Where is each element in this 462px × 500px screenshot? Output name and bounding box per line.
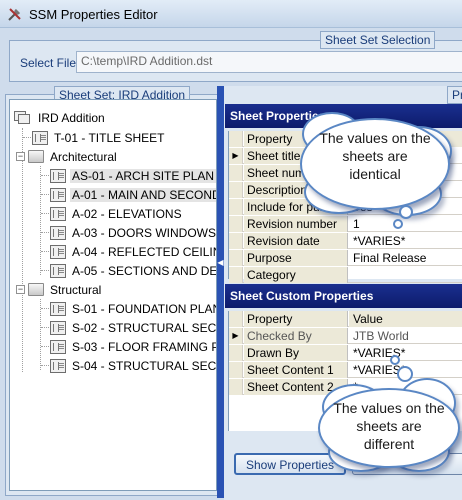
callout-tail <box>393 205 413 229</box>
sheet-icon <box>50 168 66 183</box>
grid-header-row: Property Value <box>229 311 462 327</box>
tree-group-structural[interactable]: − Structural <box>16 280 103 299</box>
collapse-icon[interactable]: − <box>16 285 25 294</box>
tree-item[interactable]: AS-01 - ARCH SITE PLAN <box>50 166 216 185</box>
identical-callout: The values on the sheets are identical <box>300 118 450 210</box>
current-row-icon: ▶ <box>229 328 243 344</box>
callout-tail <box>390 355 413 382</box>
sheet-icon <box>50 339 66 354</box>
callout-line: sheets are <box>356 418 422 434</box>
tree-item-label: S-02 - STRUCTURAL SECT <box>72 320 217 335</box>
window-title: SSM Properties Editor <box>29 7 158 22</box>
folder-icon <box>28 150 44 163</box>
tree-item-label: S-01 - FOUNDATION PLAN <box>72 301 217 316</box>
table-row[interactable]: Revision date *VARIES* <box>229 233 462 249</box>
sheet-icon <box>50 320 66 335</box>
property-name: Revision number <box>244 216 348 232</box>
file-path-input[interactable]: C:\temp\IRD Addition.dst <box>76 51 462 73</box>
property-value[interactable]: Final Release <box>349 250 462 266</box>
table-row[interactable]: Purpose Final Release <box>229 250 462 266</box>
sheet-set-tree[interactable]: IRD Addition T-01 - TITLE SHEET − Archit… <box>9 99 217 491</box>
property-name: Drawn By <box>244 345 348 361</box>
table-row[interactable]: ▶ Checked By JTB World <box>229 328 462 344</box>
tree-item[interactable]: A-02 - ELEVATIONS <box>50 204 184 223</box>
tree-root[interactable]: IRD Addition <box>14 108 107 127</box>
callout-line: different <box>363 436 415 452</box>
property-column-header: Property <box>244 311 348 327</box>
tree-item[interactable]: S-03 - FLOOR FRAMING PL <box>50 337 217 356</box>
sheet-set-icon <box>14 110 32 125</box>
tree-item-label: A-01 - MAIN AND SECOND <box>70 187 216 202</box>
tree-item-label: A-04 - REFLECTED CEILIN <box>72 244 217 259</box>
property-name: Checked By <box>244 328 348 344</box>
tree-item-label: S-04 - STRUCTURAL SECT <box>72 358 217 373</box>
sheet-icon <box>50 225 66 240</box>
tree-item[interactable]: A-05 - SECTIONS AND DE <box>50 261 217 280</box>
sheet-icon <box>32 130 48 145</box>
property-value[interactable]: JTB World <box>349 328 462 344</box>
current-row-icon: ▶ <box>229 148 243 164</box>
property-name: Revision date <box>244 233 348 249</box>
custom-properties-header: Sheet Custom Properties <box>225 284 462 308</box>
property-name: Purpose <box>244 250 348 266</box>
sheet-icon <box>50 206 66 221</box>
panel-splitter[interactable] <box>217 86 224 498</box>
tree-item[interactable]: S-01 - FOUNDATION PLAN <box>50 299 217 318</box>
tree-item[interactable]: S-04 - STRUCTURAL SECT <box>50 356 217 375</box>
tree-item-label: S-03 - FLOOR FRAMING PL <box>72 339 217 354</box>
sheet-icon <box>50 358 66 373</box>
table-row[interactable]: Revision number 1 <box>229 216 462 232</box>
property-value[interactable] <box>349 267 462 283</box>
callout-line: The values on the <box>319 130 431 146</box>
tree-group-architectural[interactable]: − Architectural <box>16 147 119 166</box>
tree-item-label: AS-01 - ARCH SITE PLAN <box>70 168 216 183</box>
tree-item-label: A-02 - ELEVATIONS <box>72 206 182 221</box>
tree-item-label: A-05 - SECTIONS AND DE <box>72 263 217 278</box>
title-bar: SSM Properties Editor <box>0 0 462 28</box>
select-file-label: Select File <box>20 56 77 70</box>
different-callout: The values on the sheets are different <box>318 388 460 468</box>
tree-root-label: IRD Addition <box>38 110 105 125</box>
tree-item[interactable]: A-04 - REFLECTED CEILIN <box>50 242 217 261</box>
property-name: Sheet Content 1 <box>244 362 348 378</box>
tree-item[interactable]: A-01 - MAIN AND SECOND <box>50 185 216 204</box>
tree-group-label: Structural <box>50 282 102 297</box>
property-name: Category <box>244 267 348 283</box>
main-window: SSM Properties Editor Sheet Set Selectio… <box>0 0 462 500</box>
table-row[interactable]: Category <box>229 267 462 283</box>
callout-line: The values on the <box>333 400 445 416</box>
folder-icon <box>28 283 44 296</box>
tree-item[interactable]: A-03 - DOORS WINDOWS A <box>50 223 217 242</box>
tree-group-label: Architectural <box>50 149 117 164</box>
collapse-icon[interactable]: − <box>16 152 25 161</box>
tree-item-title-sheet[interactable]: T-01 - TITLE SHEET <box>32 128 166 147</box>
sheet-icon <box>50 301 66 316</box>
tree-item[interactable]: S-02 - STRUCTURAL SECT <box>50 318 217 337</box>
table-row[interactable]: Drawn By *VARIES* <box>229 345 462 361</box>
table-row[interactable]: Sheet Content 1 *VARIES* <box>229 362 462 378</box>
sheet-icon <box>50 244 66 259</box>
callout-line: identical <box>349 166 401 182</box>
property-value[interactable]: *VARIES* <box>349 233 462 249</box>
sheet-set-selection-legend: Sheet Set Selection <box>320 31 436 49</box>
value-column-header: Value <box>349 311 462 327</box>
properties-legend: Pr <box>447 86 462 104</box>
tools-icon <box>8 8 21 21</box>
tree-item-label: A-03 - DOORS WINDOWS A <box>72 225 217 240</box>
sheet-icon <box>50 263 66 278</box>
sheet-icon <box>50 187 66 202</box>
callout-line: sheets are <box>342 148 408 164</box>
tree-item-label: T-01 - TITLE SHEET <box>54 130 165 145</box>
collapse-left-icon[interactable]: ◀ <box>217 258 224 268</box>
